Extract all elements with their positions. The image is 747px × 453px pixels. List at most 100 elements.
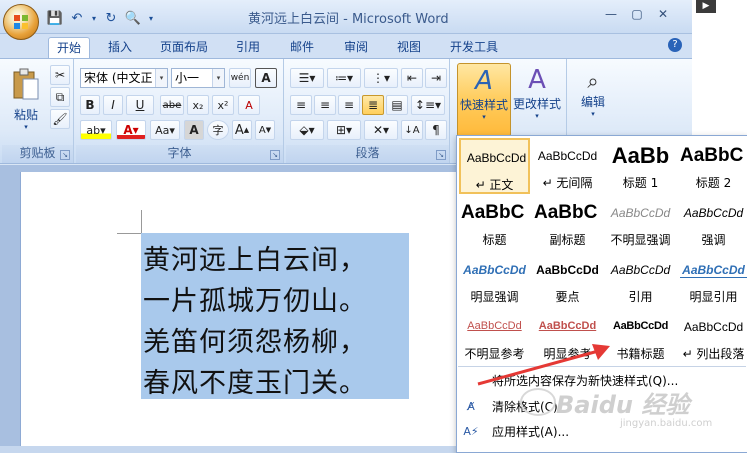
paragraph-launcher-icon[interactable]: ↘ <box>436 150 446 160</box>
poem-line[interactable]: 春风不度玉门关。 <box>143 361 367 400</box>
justify-icon[interactable]: ≣ <box>362 95 384 115</box>
style-title[interactable]: AaBbC 标题 <box>459 195 530 251</box>
change-styles-button[interactable]: A 更改样式 ▾ <box>512 63 562 137</box>
style-sample: AaBbCcDd <box>683 320 744 334</box>
font-launcher-icon[interactable]: ↘ <box>270 150 280 160</box>
copy-icon[interactable]: ⧉ <box>50 87 70 107</box>
font-color-icon[interactable]: A▾ <box>116 120 146 140</box>
char-border-icon[interactable]: A <box>255 68 277 88</box>
style-heading-2[interactable]: AaBbC 标题 2 <box>678 138 747 194</box>
style-heading-1[interactable]: AaBb 标题 1 <box>605 138 676 194</box>
print-preview-icon[interactable]: 🔍 <box>124 9 142 27</box>
style-normal[interactable]: AaBbCcDd ↵ 正文 <box>459 138 530 194</box>
style-list-paragraph[interactable]: AaBbCcDd ↵ 列出段落 <box>678 309 747 365</box>
change-styles-dropdown-icon: ▾ <box>535 112 539 120</box>
multilevel-list-icon[interactable]: ⋮▾ <box>364 68 398 88</box>
bold-button[interactable]: B <box>80 95 100 115</box>
close-icon[interactable]: ✕ <box>652 4 674 24</box>
poem-line[interactable]: 黄河远上白云间， <box>143 238 367 277</box>
style-name: ↵ 正文 <box>475 178 514 192</box>
style-no-spacing[interactable]: AaBbCcDd ↵ 无间隔 <box>532 138 603 194</box>
change-styles-label: 更改样式 <box>512 97 561 111</box>
tab-insert[interactable]: 插入 <box>100 37 140 59</box>
distributed-icon[interactable]: ▤ <box>386 95 408 115</box>
maximize-icon[interactable]: ▢ <box>626 4 648 24</box>
style-sample: AaBbCcDd <box>683 206 744 220</box>
highlight-icon[interactable]: ab▾ <box>80 120 112 140</box>
help-icon[interactable]: ? <box>668 38 682 52</box>
save-icon[interactable]: 💾 <box>46 9 64 27</box>
style-quote[interactable]: AaBbCcDd 引用 <box>605 252 676 308</box>
align-left-icon[interactable]: ≡ <box>290 95 312 115</box>
style-intense-emphasis[interactable]: AaBbCcDd 明显强调 <box>459 252 530 308</box>
tab-review[interactable]: 审阅 <box>336 37 376 59</box>
quick-styles-button[interactable]: A 快速样式 ▾ <box>457 63 511 137</box>
style-name: 明显强调 <box>470 290 519 304</box>
tab-page-layout[interactable]: 页面布局 <box>152 37 216 59</box>
poem-line[interactable]: 一片孤城万仞山。 <box>143 279 367 318</box>
align-right-icon[interactable]: ≡ <box>338 95 360 115</box>
italic-button[interactable]: I <box>103 95 123 115</box>
sort-icon[interactable]: ↓A <box>401 120 423 140</box>
tab-view[interactable]: 视图 <box>389 37 429 59</box>
shrink-font-icon[interactable]: A ▼ <box>255 120 275 140</box>
decrease-indent-icon[interactable]: ⇤ <box>401 68 423 88</box>
tab-developer[interactable]: 开发工具 <box>442 37 506 59</box>
paste-button[interactable]: 粘贴 ▾ <box>6 65 46 139</box>
subscript-button[interactable]: x₂ <box>187 95 209 115</box>
increase-indent-icon[interactable]: ⇥ <box>425 68 447 88</box>
chinese-layout-icon[interactable]: ✕▾ <box>364 120 398 140</box>
redo-icon[interactable]: ↻ <box>102 9 120 27</box>
clear-formatting-icon[interactable]: A <box>238 95 260 115</box>
poem-line[interactable]: 羌笛何须怨杨柳， <box>143 320 367 359</box>
font-name-dropdown-icon[interactable]: ▾ <box>155 69 167 87</box>
editing-button[interactable]: ⌕ 编辑 ▾ <box>573 63 613 137</box>
watermark-text: Baidu 经验 <box>556 391 690 419</box>
apply-styles-item[interactable]: A⚡ 应用样式(A)... <box>460 421 569 441</box>
tab-home[interactable]: 开始 <box>48 37 91 59</box>
style-subtle-emphasis[interactable]: AaBbCcDd 不明显强调 <box>605 195 676 251</box>
char-shading-icon[interactable]: A <box>184 120 204 140</box>
paste-icon <box>13 68 39 100</box>
superscript-button[interactable]: x² <box>212 95 234 115</box>
paste-dropdown-icon[interactable]: ▾ <box>6 123 46 131</box>
font-name-combo[interactable]: 宋体 (中文正 ▾ <box>80 68 168 88</box>
strikethrough-button[interactable]: abe <box>160 95 184 115</box>
style-name: 引用 <box>628 290 653 304</box>
office-button[interactable] <box>3 4 39 40</box>
tab-references[interactable]: 引用 <box>228 37 268 59</box>
phonetic-guide-icon[interactable]: wén <box>229 68 251 88</box>
play-icon[interactable]: ▶ <box>696 0 716 13</box>
undo-dropdown-icon[interactable]: ▾ <box>90 9 98 27</box>
style-intense-quote[interactable]: AaBbCcDd 明显引用 <box>678 252 747 308</box>
cut-icon[interactable]: ✂ <box>50 65 70 85</box>
minimize-icon[interactable]: — <box>600 4 622 24</box>
line-spacing-icon[interactable]: ↕≡▾ <box>411 95 445 115</box>
shading-icon[interactable]: ⬙▾ <box>290 120 324 140</box>
numbering-icon[interactable]: ≔▾ <box>327 68 361 88</box>
style-sample: AaBbCcDd <box>466 151 527 165</box>
align-center-icon[interactable]: ≡ <box>314 95 336 115</box>
style-strong[interactable]: AaBbCcDd 要点 <box>532 252 603 308</box>
font-size-combo[interactable]: 小一 ▾ <box>171 68 225 88</box>
show-marks-icon[interactable]: ¶ <box>425 120 447 140</box>
font-size-dropdown-icon[interactable]: ▾ <box>212 69 224 87</box>
enclose-char-icon[interactable]: 字 <box>207 120 229 140</box>
tab-mailings[interactable]: 邮件 <box>282 37 322 59</box>
undo-icon[interactable]: ↶ <box>68 9 86 27</box>
style-emphasis[interactable]: AaBbCcDd 强调 <box>678 195 747 251</box>
quick-styles-label: 快速样式 <box>459 98 508 112</box>
window-title: 黄河远上白云间 - Microsoft Word <box>248 12 449 27</box>
qat-customize-icon[interactable]: ▾ <box>146 9 156 27</box>
underline-button[interactable]: U <box>126 95 154 115</box>
status-bar <box>0 446 460 453</box>
change-case-button[interactable]: Aa ▾ <box>150 120 180 140</box>
style-subtitle[interactable]: AaBbC 副标题 <box>532 195 603 251</box>
bullets-icon[interactable]: ☰▾ <box>290 68 324 88</box>
font-name-value: 宋体 (中文正 <box>84 71 153 85</box>
style-name: 要点 <box>555 290 580 304</box>
format-painter-icon[interactable]: 🖌 <box>50 109 70 129</box>
clipboard-launcher-icon[interactable]: ↘ <box>60 150 70 160</box>
borders-icon[interactable]: ⊞▾ <box>327 120 361 140</box>
grow-font-icon[interactable]: A ▲ <box>232 120 252 140</box>
